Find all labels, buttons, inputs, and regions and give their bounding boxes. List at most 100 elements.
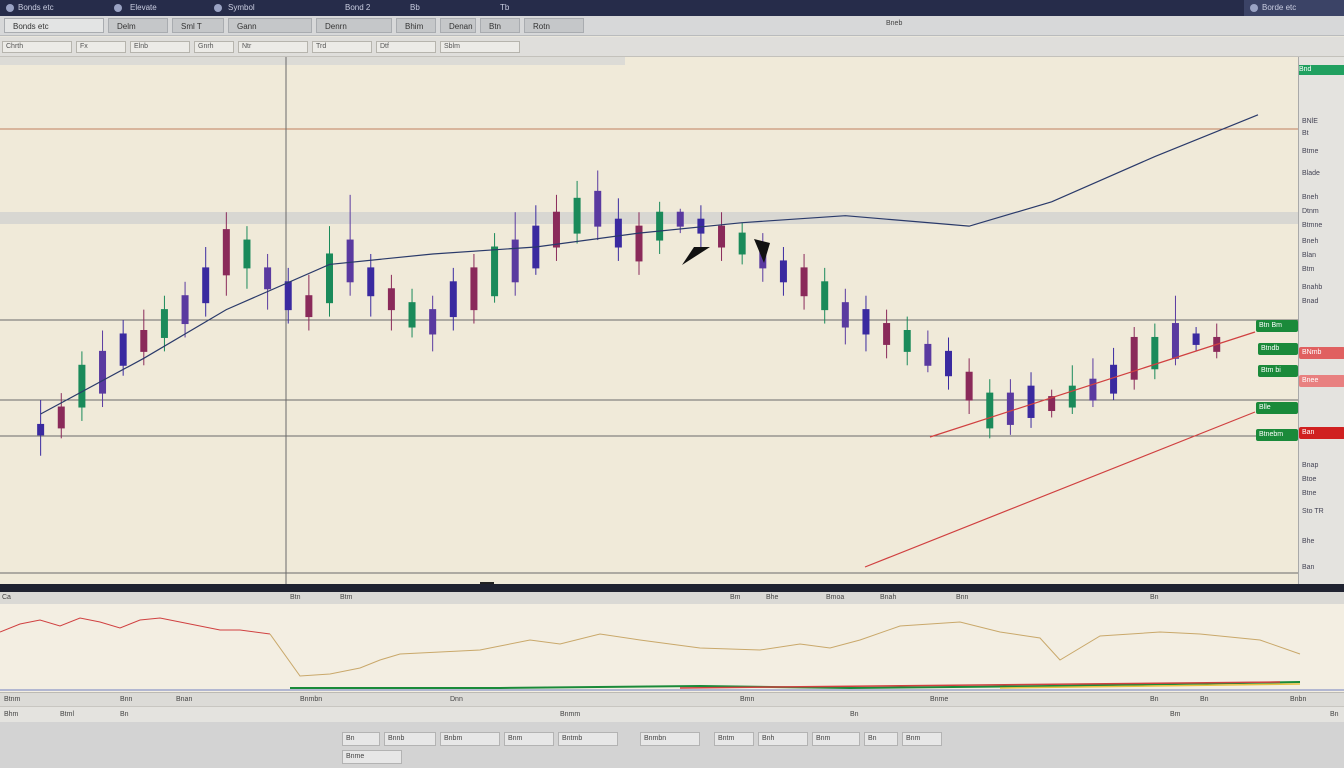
bb1-item-8[interactable]: Bn — [1200, 696, 1209, 703]
tab-1[interactable]: Delm — [108, 18, 168, 33]
indicator-pane[interactable] — [0, 604, 1344, 692]
candle-body — [1171, 323, 1179, 359]
rp-label-3: Blade — [1302, 170, 1320, 177]
toolbar: Bonds etc Delm Sml T Gann Denrn Bhim Den… — [0, 16, 1344, 36]
control-1[interactable]: Fx — [76, 41, 126, 53]
time-scrollbar[interactable] — [0, 584, 1344, 592]
footer-button-11[interactable]: Bnme — [342, 750, 402, 764]
top-item-4[interactable]: Bb — [410, 3, 420, 12]
tab-7[interactable]: Btn — [480, 18, 520, 33]
candle-body — [573, 197, 581, 234]
footer-button-7[interactable]: Bnh — [758, 732, 808, 746]
candle-body — [1110, 364, 1118, 394]
bb1-item-0[interactable]: Btnm — [4, 696, 20, 703]
price-chart[interactable] — [0, 57, 1298, 584]
candle-body — [140, 330, 148, 352]
bb2-item-0[interactable]: Bhm — [4, 711, 18, 718]
gear-icon[interactable] — [214, 4, 222, 12]
top-item-0[interactable]: Bonds etc — [18, 3, 54, 12]
top-item-3[interactable]: Bond 2 — [345, 3, 370, 12]
bb2-item-5[interactable]: Bm — [1170, 711, 1181, 718]
top-item-2[interactable]: Symbol — [228, 3, 255, 12]
bb1-item-5[interactable]: Bmn — [740, 696, 754, 703]
footer-button-8[interactable]: Bnm — [812, 732, 860, 746]
footer-button-0[interactable]: Bn — [342, 732, 380, 746]
candle-body — [738, 232, 746, 255]
candle-body — [986, 392, 994, 429]
candle-body — [841, 302, 849, 328]
candle-body — [99, 350, 107, 394]
control-5[interactable]: Trd — [312, 41, 372, 53]
tab-6[interactable]: Denan — [440, 18, 476, 33]
price-tag-1[interactable]: Btndb — [1258, 343, 1298, 355]
account-icon[interactable] — [1250, 4, 1258, 12]
control-6[interactable]: Dtf — [376, 41, 436, 53]
status-item-1: Btn — [290, 594, 301, 601]
candle-body — [924, 343, 932, 366]
footer-button-2[interactable]: Bnbm — [440, 732, 500, 746]
price-tag-2[interactable]: Btm bi — [1258, 365, 1298, 377]
rp-label-16: Bhe — [1302, 538, 1315, 545]
footer-button-5[interactable]: Bnmbn — [640, 732, 700, 746]
footer-button-4[interactable]: Bntmb — [558, 732, 618, 746]
candle-body — [57, 406, 65, 429]
rp-price-red-2[interactable]: Ban — [1299, 427, 1344, 439]
top-item-5[interactable]: Tb — [500, 3, 509, 12]
control-4[interactable]: Ntr — [238, 41, 308, 53]
tab-3[interactable]: Gann — [228, 18, 312, 33]
trend-line-upper — [929, 331, 1256, 438]
bb2-item-3[interactable]: Bnmm — [560, 711, 580, 718]
chart-controls-bar: Chrth Fx Elnb Gnrh Ntr Trd Dtf Sblm — [0, 37, 1344, 57]
candle-body — [1130, 336, 1138, 380]
price-tag-0[interactable]: Btn Bm — [1256, 320, 1298, 332]
control-0[interactable]: Chrth — [2, 41, 72, 53]
top-item-1[interactable]: Elevate — [130, 3, 157, 12]
rp-top-label[interactable]: Bnd — [1299, 65, 1344, 75]
bb1-item-6[interactable]: Bnme — [930, 696, 948, 703]
bb1-item-2[interactable]: Bnan — [176, 696, 192, 703]
control-2[interactable]: Elnb — [130, 41, 190, 53]
footer-button-1[interactable]: Bnnb — [384, 732, 436, 746]
tab-2[interactable]: Sml T — [172, 18, 224, 33]
rp-price-red-1[interactable]: Bnee — [1299, 375, 1344, 387]
control-3[interactable]: Gnrh — [194, 41, 234, 53]
tab-4[interactable]: Denrn — [316, 18, 392, 33]
right-price-panel: Bnd BNlE Bt Btme Blade Bneh Dtnm Btmne B… — [1298, 57, 1344, 617]
globe-icon[interactable] — [114, 4, 122, 12]
candle-body — [821, 281, 829, 311]
top-right-label[interactable]: Borde etc — [1262, 3, 1296, 12]
top-menu-bar: Bonds etc Elevate Symbol Bond 2 Bb Tb Bo… — [0, 0, 1344, 16]
bb2-item-1[interactable]: Btml — [60, 711, 74, 718]
arrow-marker-left — [682, 247, 710, 265]
status-item-5: Bmoa — [826, 594, 845, 601]
bb1-item-4[interactable]: Dnn — [450, 696, 463, 703]
bb1-item-9[interactable]: Bnbn — [1290, 696, 1306, 703]
candle-body — [491, 246, 499, 297]
bb1-item-7[interactable]: Bn — [1150, 696, 1159, 703]
rp-price-red-0[interactable]: BNmb — [1299, 347, 1344, 359]
rp-label-12: Bnap — [1302, 462, 1319, 469]
candlestick-chart[interactable] — [0, 57, 1298, 584]
footer-button-10[interactable]: Bnm — [902, 732, 942, 746]
footer-button-9[interactable]: Bn — [864, 732, 898, 746]
candle-body — [408, 302, 416, 328]
tab-5[interactable]: Bhim — [396, 18, 436, 33]
bb2-item-2[interactable]: Bn — [120, 711, 129, 718]
status-item-8: Bn — [1150, 594, 1159, 601]
bb2-item-6[interactable]: Bn — [1330, 711, 1339, 718]
candle-body — [635, 225, 643, 262]
app-icon[interactable] — [6, 4, 14, 12]
bb2-item-4[interactable]: Bn — [850, 711, 859, 718]
rp-label-1: Bt — [1302, 130, 1309, 137]
price-tag-4[interactable]: Btnebm — [1256, 429, 1298, 441]
footer-button-3[interactable]: Bnm — [504, 732, 554, 746]
toolbar-right-label[interactable]: Bneb — [886, 20, 902, 27]
control-7[interactable]: Sblm — [440, 41, 520, 53]
tab-8[interactable]: Rotn — [524, 18, 584, 33]
tab-0[interactable]: Bonds etc — [4, 18, 104, 33]
bb1-item-1[interactable]: Bnn — [120, 696, 132, 703]
price-tag-3[interactable]: Blle — [1256, 402, 1298, 414]
rp-label-7: Bneh — [1302, 238, 1319, 245]
bb1-item-3[interactable]: Bnmbn — [300, 696, 322, 703]
footer-button-6[interactable]: Bntm — [714, 732, 754, 746]
